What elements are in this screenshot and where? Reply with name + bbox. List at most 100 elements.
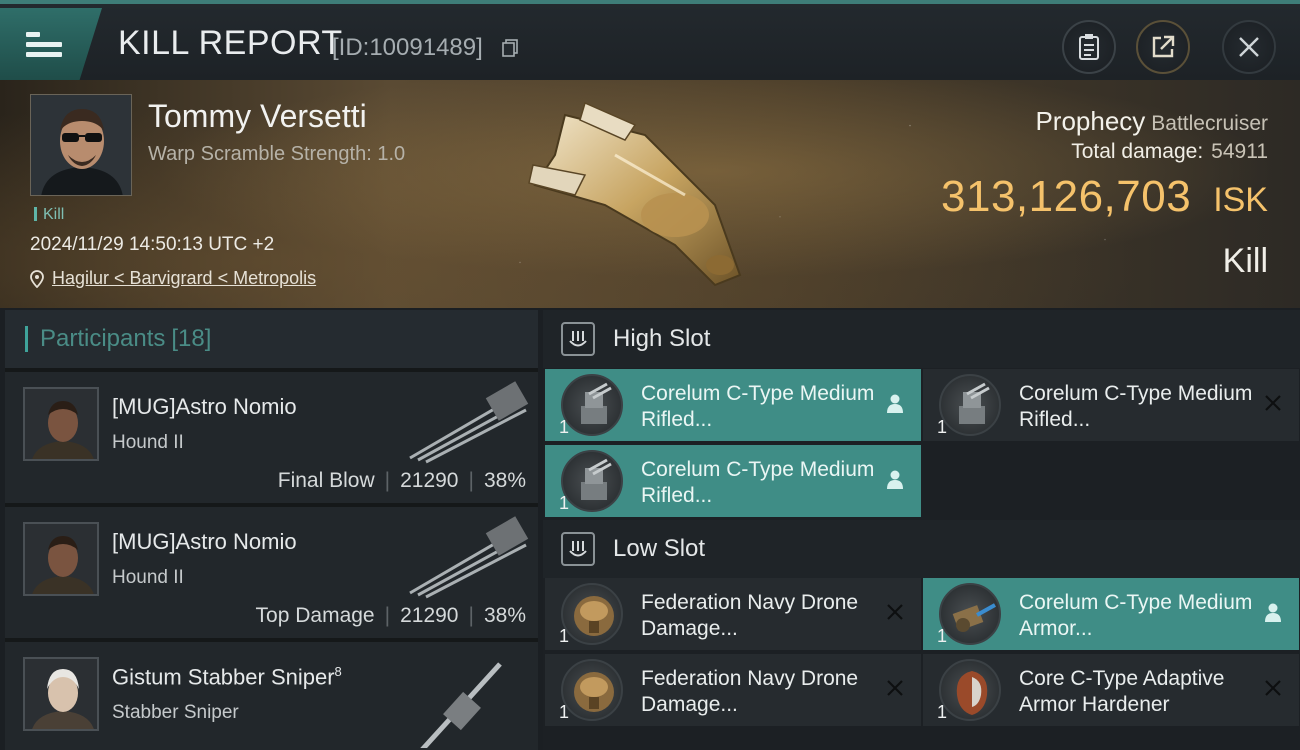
participant-damage: 21290	[400, 604, 459, 627]
module-item[interactable]: 1 Federation Navy Drone Damage...	[545, 654, 921, 726]
participants-label: Participants	[40, 325, 166, 352]
module-item[interactable]: 1 Core C-Type Adaptive Armor Hardener	[923, 654, 1299, 726]
high-slot-icon	[561, 322, 595, 356]
kill-type-label: Kill	[1222, 242, 1268, 280]
module-quantity: 1	[559, 702, 570, 722]
close-button[interactable]	[1222, 20, 1276, 74]
participant-row[interactable]: Gistum Stabber Sniper8 Stabber Sniper	[5, 638, 538, 750]
participant-avatar	[23, 387, 99, 461]
location-pin-icon	[30, 269, 44, 288]
dropped-person-icon	[1261, 600, 1285, 624]
low-slot-header: Low Slot	[543, 520, 1300, 578]
fitting-panel[interactable]: High Slot 1 Corelum C-Type Medium Rifled…	[543, 310, 1300, 750]
module-name: Corelum C-Type Medium Armor...	[1019, 591, 1253, 640]
turret-icon	[561, 374, 623, 436]
total-damage: Total damage: 54911	[1071, 140, 1268, 164]
kill-tag: Kill	[34, 206, 64, 224]
participant-row[interactable]: [MUG]Astro Nomio Hound II Final Blow | 212…	[5, 368, 538, 503]
participant-tag: Final Blow	[277, 469, 375, 492]
victim-ship[interactable]: Prophecy Battlecruiser	[1035, 106, 1268, 137]
participant-damage: 21290	[400, 469, 459, 492]
participants-panel[interactable]: Participants [18] [MUG]Astro Nomio Hound …	[5, 310, 538, 750]
weapon-image	[409, 516, 529, 599]
module-quantity: 1	[937, 702, 948, 722]
high-slot-header: High Slot	[543, 310, 1300, 368]
participant-level: 8	[334, 664, 342, 679]
share-icon	[1152, 35, 1175, 58]
kill-banner: Tommy Versetti Warp Scramble Strength: 1…	[0, 80, 1300, 308]
isk-unit: ISK	[1213, 181, 1268, 219]
participants-header: Participants [18]	[5, 310, 538, 368]
participant-name: [MUG]Astro Nomio	[112, 394, 297, 419]
destroyed-x-icon	[883, 676, 907, 700]
victim-avatar[interactable]	[30, 94, 132, 196]
clipboard-button[interactable]	[1062, 20, 1116, 74]
turret-icon	[561, 450, 623, 512]
destroyed-x-icon	[883, 600, 907, 624]
module-quantity: 1	[559, 417, 570, 437]
clipboard-icon	[1079, 34, 1099, 60]
module-name: Federation Navy Drone Damage...	[641, 591, 859, 640]
drone-damage-amplifier-icon	[561, 583, 623, 645]
kill-timestamp: 2024/11/29 14:50:13 UTC +2	[30, 234, 275, 255]
low-slot-icon	[561, 532, 595, 566]
menu-button[interactable]	[0, 8, 102, 80]
share-button[interactable]	[1136, 20, 1190, 74]
ship-name: Prophecy	[1035, 106, 1146, 136]
total-damage-value: 54911	[1211, 140, 1268, 163]
participants-count: [18]	[171, 325, 212, 352]
isk-value-line: 313,126,703 ISK	[941, 172, 1268, 222]
weapon-image	[409, 381, 529, 464]
page-title: KILL REPORT	[118, 24, 343, 62]
location-text[interactable]: Hagilur < Barvigrard < Metropolis	[52, 268, 316, 289]
armor-repairer-icon	[939, 583, 1001, 645]
module-item[interactable]: 1 Corelum C-Type Medium Armor...	[923, 578, 1299, 650]
module-item[interactable]: 1 Federation Navy Drone Damage...	[545, 578, 921, 650]
ship-class: Battlecruiser	[1151, 112, 1268, 135]
participant-stats: Top Damage | 21290 | 38%	[255, 604, 526, 627]
module-quantity: 1	[937, 417, 948, 437]
module-name: Corelum C-Type Medium Rifled...	[641, 382, 875, 431]
ship-image	[528, 101, 742, 287]
warp-scramble-strength: Warp Scramble Strength: 1.0	[148, 143, 406, 165]
participant-tag: Top Damage	[255, 604, 375, 627]
dropped-person-icon	[883, 391, 907, 415]
destroyed-x-icon	[1261, 391, 1285, 415]
participant-percent: 38%	[483, 469, 526, 492]
weapon-image	[420, 662, 502, 748]
menu-icon	[26, 27, 62, 62]
high-slot-label: High Slot	[613, 325, 711, 352]
report-id: [ID:10091489]	[332, 34, 483, 61]
participant-ship: Stabber Sniper	[112, 702, 239, 723]
turret-icon	[939, 374, 1001, 436]
armor-hardener-icon	[939, 659, 1001, 721]
copy-icon[interactable]	[502, 39, 518, 57]
module-item[interactable]: 1 Corelum C-Type Medium Rifled...	[545, 369, 921, 441]
module-name: Federation Navy Drone Damage...	[641, 667, 859, 716]
participant-stats: Final Blow | 21290 | 38%	[277, 469, 526, 492]
module-name: Core C-Type Adaptive Armor Hardener	[1019, 667, 1225, 716]
participant-row[interactable]: [MUG]Astro Nomio Hound II Top Damage | 212…	[5, 503, 538, 638]
isk-value: 313,126,703	[941, 172, 1192, 221]
module-quantity: 1	[937, 626, 948, 646]
participant-avatar	[23, 522, 99, 596]
module-item[interactable]: 1 Corelum C-Type Medium Rifled...	[545, 445, 921, 517]
victim-name[interactable]: Tommy Versetti	[148, 98, 367, 135]
participant-ship: Hound II	[112, 567, 184, 588]
participant-name: [MUG]Astro Nomio	[112, 529, 297, 554]
dropped-person-icon	[883, 467, 907, 491]
participant-ship: Hound II	[112, 432, 184, 453]
drone-damage-amplifier-icon	[561, 659, 623, 721]
module-name: Corelum C-Type Medium Rifled...	[1019, 382, 1253, 431]
close-icon	[1239, 37, 1259, 57]
destroyed-x-icon	[1261, 676, 1285, 700]
module-item[interactable]: 1 Corelum C-Type Medium Rifled...	[923, 369, 1299, 441]
top-bar: KILL REPORT [ID:10091489]	[0, 0, 1300, 80]
total-damage-label: Total damage:	[1071, 140, 1204, 163]
location-link[interactable]: Hagilur < Barvigrard < Metropolis	[30, 268, 316, 289]
module-quantity: 1	[559, 626, 570, 646]
module-quantity: 1	[559, 493, 570, 513]
participant-percent: 38%	[483, 604, 526, 627]
participant-name: Gistum Stabber Sniper8	[112, 664, 342, 690]
low-slot-label: Low Slot	[613, 535, 706, 562]
